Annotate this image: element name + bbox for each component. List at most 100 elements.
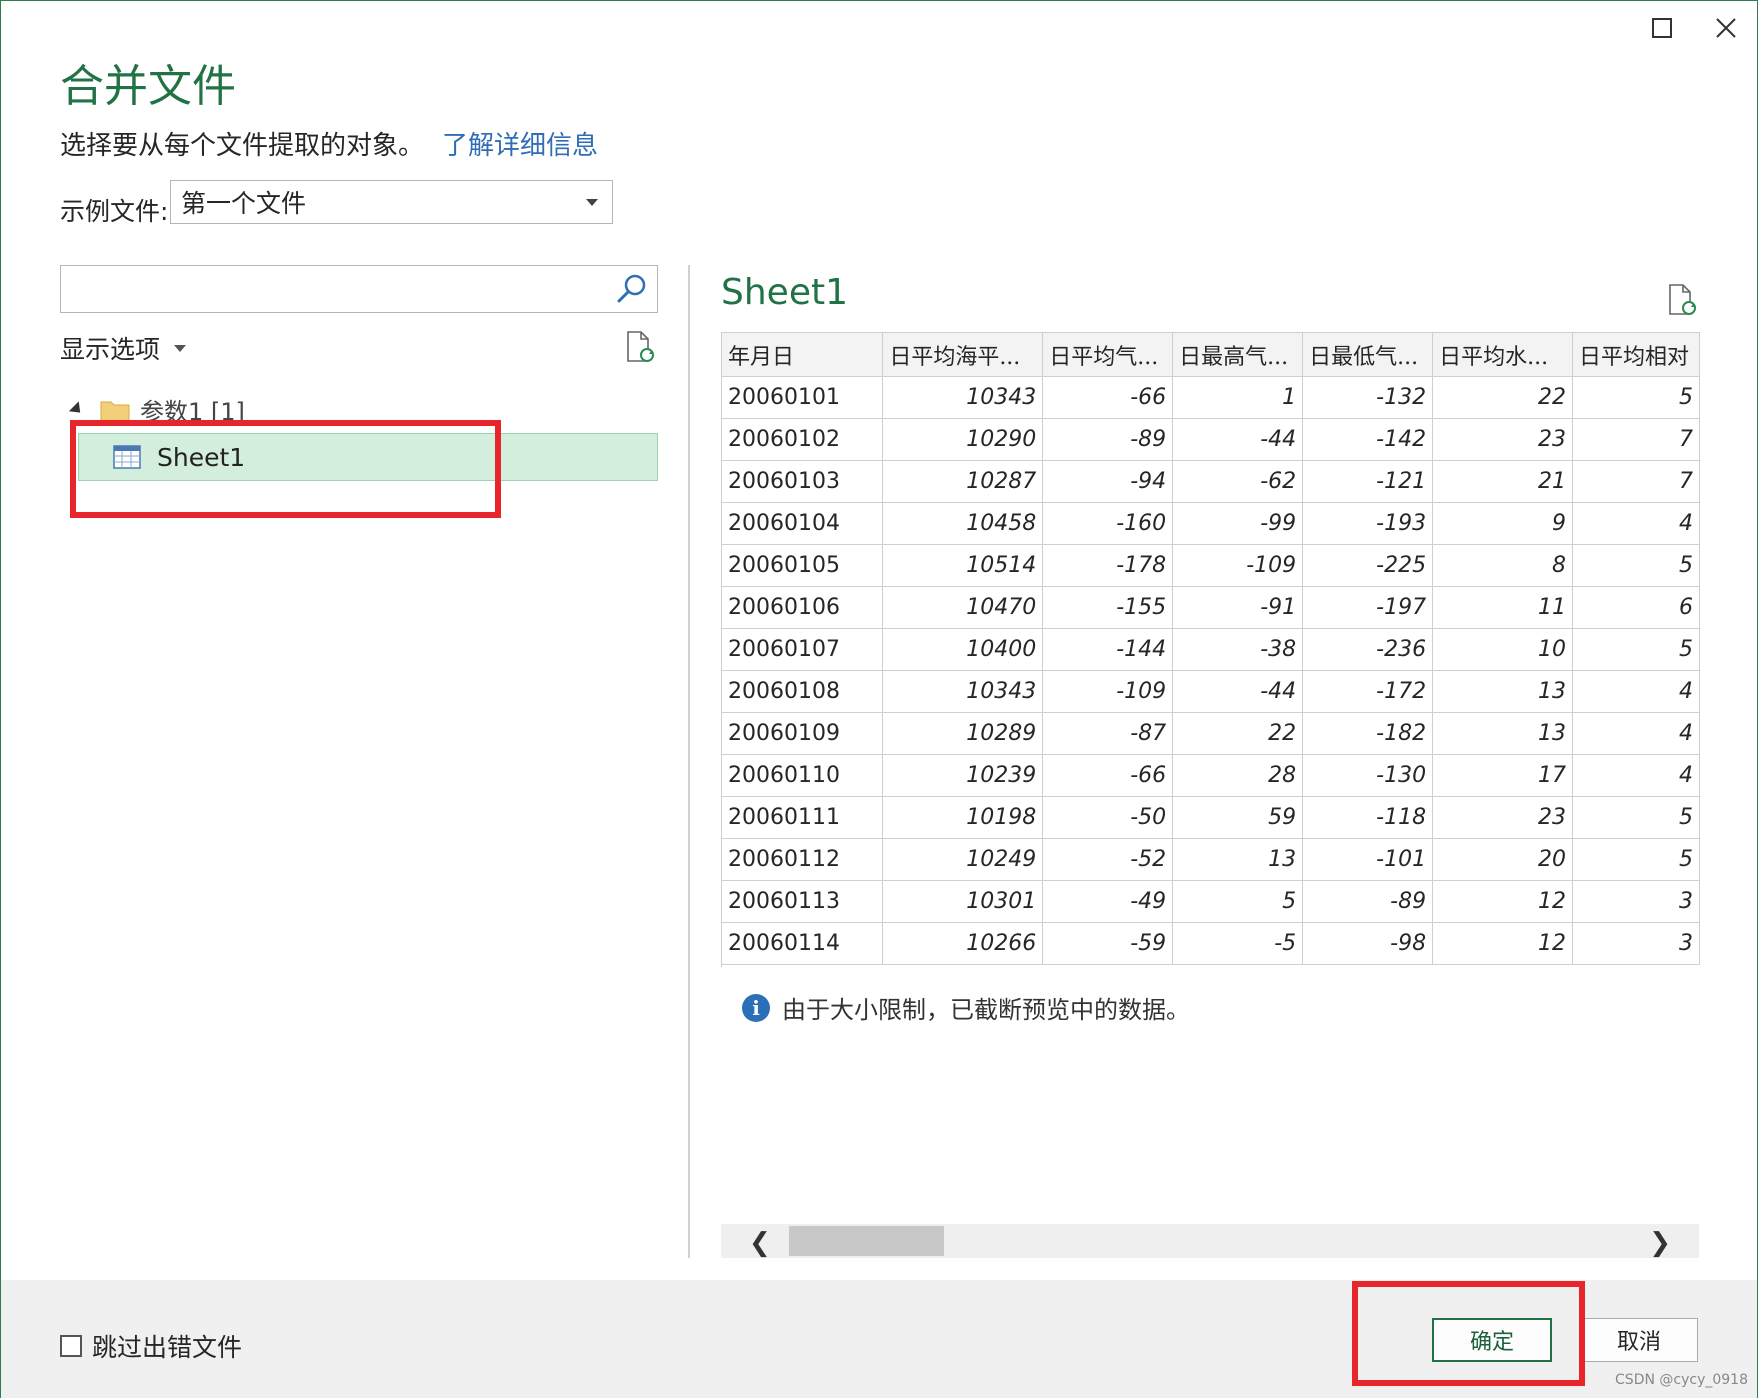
table-cell: 10287 <box>882 460 1044 503</box>
table-cell: -118 <box>1302 796 1434 839</box>
table-cell: -94 <box>1042 460 1174 503</box>
search-icon[interactable] <box>615 272 649 306</box>
pane-divider <box>688 265 690 1258</box>
horizontal-scrollbar[interactable]: ❮ ❯ <box>721 1224 1699 1258</box>
table-cell: 10239 <box>882 754 1044 797</box>
checkbox-box[interactable] <box>60 1335 82 1357</box>
table-row: 20060104 10458 -160 -99 -193 9 4 <box>722 502 1700 545</box>
refresh-icon[interactable] <box>624 330 656 364</box>
table-row: 20060102 10290 -89 -44 -142 23 7 <box>722 418 1700 461</box>
table-cell: -91 <box>1172 586 1304 629</box>
table-cell: -109 <box>1172 544 1304 587</box>
table-cell: -52 <box>1042 838 1174 881</box>
table-cell: 1 <box>1172 376 1304 419</box>
truncation-note-text: 由于大小限制，已截断预览中的数据。 <box>782 996 1190 1024</box>
column-header[interactable]: 日平均相对 <box>1572 332 1700 377</box>
table-cell: 20 <box>1432 838 1573 881</box>
table-cell: 10514 <box>882 544 1044 587</box>
table-cell: -98 <box>1302 922 1434 965</box>
table-cell: -130 <box>1302 754 1434 797</box>
table-cell: 20060109 <box>722 712 884 755</box>
table-cell: 23 <box>1432 796 1573 839</box>
column-header[interactable]: 日最低气... <box>1302 332 1434 377</box>
skip-errors-checkbox[interactable]: 跳过出错文件 <box>60 1328 242 1364</box>
close-button[interactable] <box>1704 8 1748 48</box>
sample-file-select[interactable]: 第一个文件 <box>170 180 613 224</box>
table-cell: -44 <box>1172 670 1304 713</box>
maximize-button[interactable] <box>1640 8 1684 48</box>
table-cell: 7 <box>1572 418 1700 461</box>
column-header[interactable]: 年月日 <box>722 332 884 377</box>
table-cell: 20060113 <box>722 880 884 923</box>
table-cell: 10400 <box>882 628 1044 671</box>
table-cell: 11 <box>1432 586 1573 629</box>
tree-folder-node[interactable]: 参数1 [1] <box>68 392 245 427</box>
refresh-preview-icon[interactable] <box>1666 283 1698 317</box>
table-cell: 21 <box>1432 460 1573 503</box>
table-cell: -172 <box>1302 670 1434 713</box>
table-row: 20060111 10198 -50 59 -118 23 5 <box>722 796 1700 839</box>
ok-button[interactable]: 确定 <box>1432 1318 1552 1362</box>
table-cell: 10198 <box>882 796 1044 839</box>
scroll-right-icon[interactable]: ❯ <box>1649 1228 1671 1258</box>
table-row: 20060101 10343 -66 1 -132 22 5 <box>722 376 1700 419</box>
table-cell: 10458 <box>882 502 1044 545</box>
table-cell: 10301 <box>882 880 1044 923</box>
tree-item-label: Sheet1 <box>157 442 246 472</box>
table-cell: 6 <box>1572 586 1700 629</box>
table-cell: -144 <box>1042 628 1174 671</box>
table-cell: 20060104 <box>722 502 884 545</box>
table-row: 20060108 10343 -109 -44 -172 13 4 <box>722 670 1700 713</box>
column-header[interactable]: 日平均气... <box>1042 332 1174 377</box>
truncation-note: i 由于大小限制，已截断预览中的数据。 <box>742 990 1190 1025</box>
dialog-title: 合并文件 <box>60 61 236 112</box>
display-options-dropdown[interactable]: 显示选项 <box>60 330 187 366</box>
table-cell: 10266 <box>882 922 1044 965</box>
table-cell: 59 <box>1172 796 1304 839</box>
close-icon <box>1716 18 1736 38</box>
scroll-thumb[interactable] <box>789 1226 944 1256</box>
table-row: 20060110 10239 -66 28 -130 17 4 <box>722 754 1700 797</box>
table-cell: -142 <box>1302 418 1434 461</box>
table-cell: 20060106 <box>722 586 884 629</box>
table-cell: 10343 <box>882 376 1044 419</box>
learn-more-link[interactable]: 了解详细信息 <box>442 131 598 161</box>
table-cell: 7 <box>1572 460 1700 503</box>
preview-table-container[interactable]: 年月日 日平均海平... 日平均气... 日最高气... 日最低气... 日平均… <box>721 332 1700 967</box>
table-cell: 4 <box>1572 670 1700 713</box>
tree-folder-label: 参数1 [1] <box>140 398 245 426</box>
table-cell: 28 <box>1172 754 1304 797</box>
preview-table: 年月日 日平均海平... 日平均气... 日最高气... 日最低气... 日平均… <box>722 332 1700 965</box>
scroll-left-icon[interactable]: ❮ <box>749 1228 771 1258</box>
chevron-down-icon <box>586 199 598 206</box>
cancel-button[interactable]: 取消 <box>1580 1318 1698 1362</box>
table-cell: -5 <box>1172 922 1304 965</box>
caret-down-icon <box>174 344 187 352</box>
expand-triangle-icon[interactable] <box>68 401 86 418</box>
table-cell: 20060111 <box>722 796 884 839</box>
table-row: 20060113 10301 -49 5 -89 12 3 <box>722 880 1700 923</box>
table-cell: -89 <box>1302 880 1434 923</box>
table-cell: 10343 <box>882 670 1044 713</box>
table-row: 20060107 10400 -144 -38 -236 10 5 <box>722 628 1700 671</box>
table-cell: -49 <box>1042 880 1174 923</box>
column-header[interactable]: 日最高气... <box>1172 332 1304 377</box>
tree-item-sheet1[interactable]: Sheet1 <box>78 433 658 481</box>
column-header[interactable]: 日平均水... <box>1432 332 1573 377</box>
table-cell: -87 <box>1042 712 1174 755</box>
table-cell: -121 <box>1302 460 1434 503</box>
table-cell: -182 <box>1302 712 1434 755</box>
table-header-row: 年月日 日平均海平... 日平均气... 日最高气... 日最低气... 日平均… <box>722 332 1700 377</box>
table-cell: 10290 <box>882 418 1044 461</box>
skip-errors-label: 跳过出错文件 <box>92 1333 243 1362</box>
table-cell: 20060102 <box>722 418 884 461</box>
table-cell: 20060105 <box>722 544 884 587</box>
search-input[interactable] <box>60 265 658 313</box>
table-cell: -109 <box>1042 670 1174 713</box>
column-header[interactable]: 日平均海平... <box>882 332 1044 377</box>
table-cell: 10470 <box>882 586 1044 629</box>
sample-file-value: 第一个文件 <box>181 189 307 218</box>
table-icon <box>113 445 141 469</box>
table-row: 20060112 10249 -52 13 -101 20 5 <box>722 838 1700 881</box>
table-cell: 13 <box>1172 838 1304 881</box>
